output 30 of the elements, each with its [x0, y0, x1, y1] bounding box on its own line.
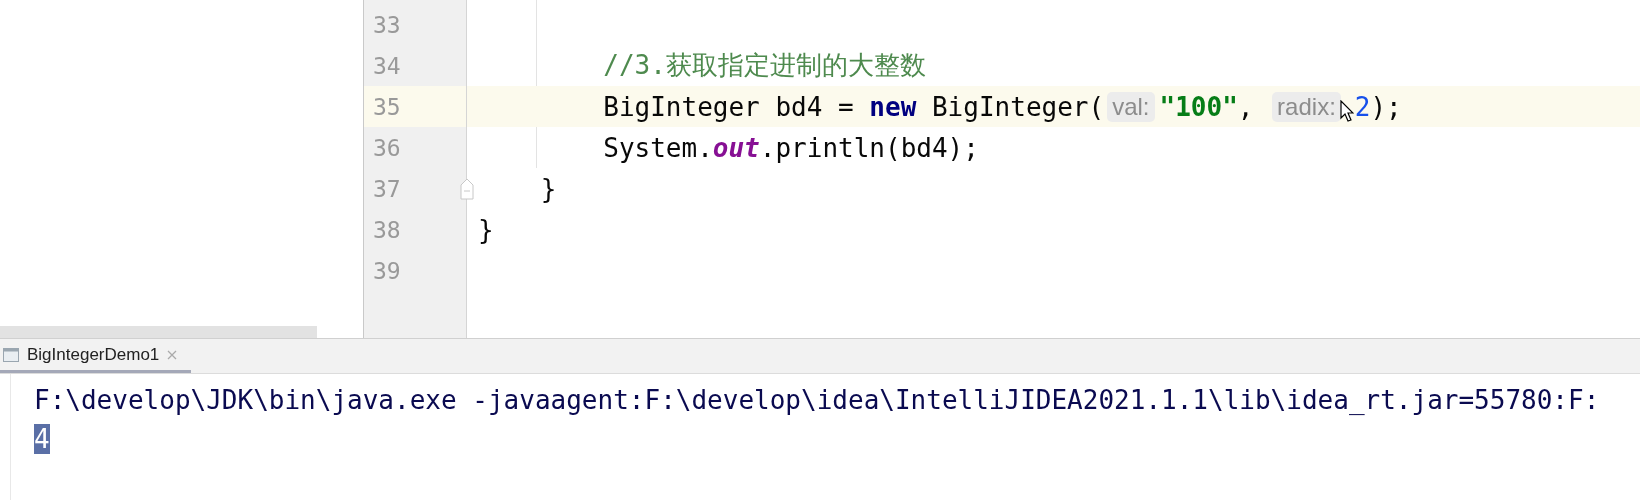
string-literal: "100": [1159, 91, 1238, 122]
console-icon: [3, 347, 19, 362]
code-text: BigInteger(: [931, 91, 1105, 122]
code-text: );: [1370, 91, 1402, 122]
line-number: 36: [373, 134, 401, 161]
line-number: 38: [373, 216, 401, 243]
code-comment: //3.获取指定进制的大整数: [603, 49, 926, 82]
keyword: new: [869, 91, 917, 122]
line-number: 33: [373, 11, 401, 38]
line-number: 37: [373, 175, 401, 202]
close-icon[interactable]: [167, 349, 178, 360]
mouse-pointer-icon: [1339, 99, 1354, 122]
console-tab[interactable]: BigIntegerDemo1: [0, 339, 192, 373]
fold-marker-icon[interactable]: [460, 177, 474, 200]
code-text: System.: [603, 132, 713, 163]
parameter-hint: radix:: [1272, 91, 1341, 122]
static-field: out: [712, 132, 760, 163]
code-text: }: [540, 173, 557, 204]
console-output: F:\develop\JDK\bin\java.exe -javaagent:F:\develop\idea\IntelliJIDEA2021.1.1\lib\idea_rt.jar=55780:F:: [34, 384, 1600, 415]
line-number: 39: [373, 257, 401, 284]
code-text: .println(bd4);: [759, 132, 979, 163]
code-text: BigInteger bd4 =: [603, 91, 855, 122]
parameter-hint: val:: [1107, 91, 1155, 122]
line-number: 35: [373, 93, 401, 120]
number-literal: 2: [1354, 91, 1371, 122]
code-text: }: [478, 214, 494, 245]
line-number: 34: [373, 52, 401, 79]
console-output: 4: [34, 423, 50, 454]
scrollbar[interactable]: [0, 326, 317, 338]
code-text: ,: [1237, 91, 1255, 122]
